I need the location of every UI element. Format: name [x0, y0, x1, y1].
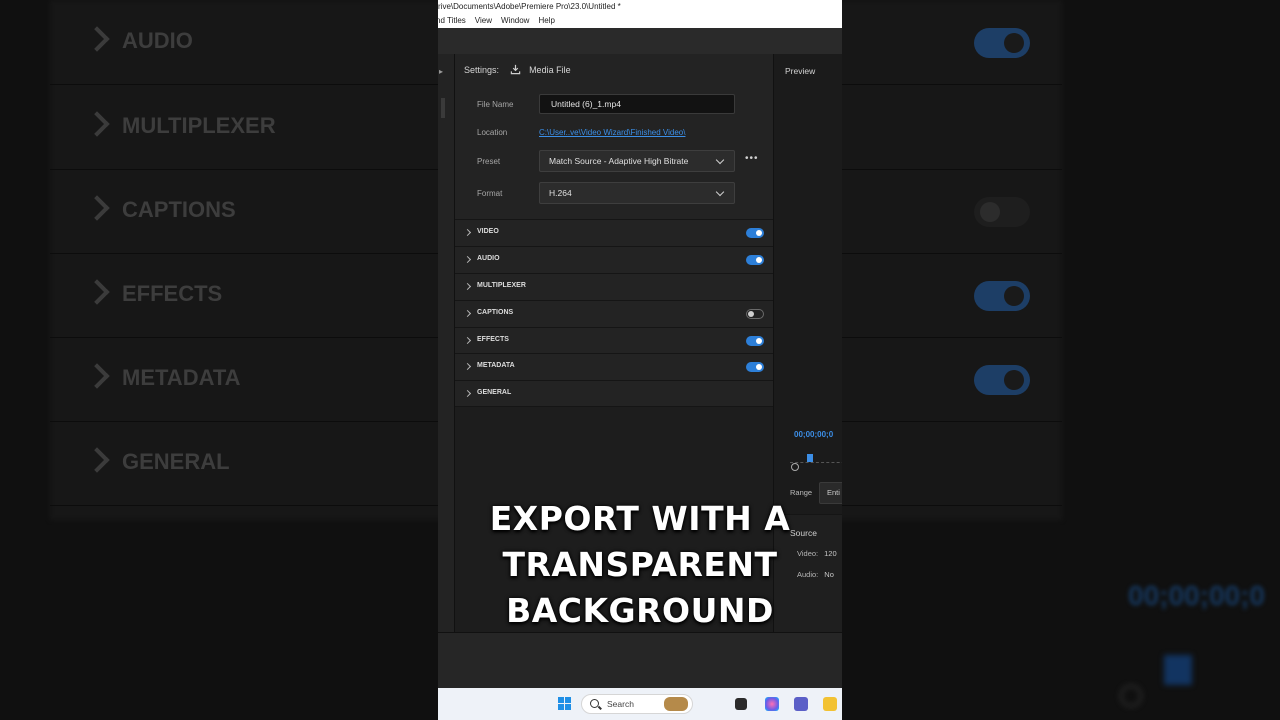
preset-select[interactable]: Match Source - Adaptive High Bitrate: [539, 150, 735, 172]
menu-item-titles[interactable]: nd Titles: [438, 16, 466, 25]
section-metadata[interactable]: METADATA: [455, 353, 773, 380]
section-multiplexer[interactable]: MULTIPLEXER: [455, 273, 773, 300]
bg-label: AUDIO: [122, 28, 193, 53]
location-label: Location: [477, 128, 508, 137]
section-label: METADATA: [477, 362, 515, 369]
section-label: CAPTIONS: [477, 309, 514, 316]
format-value: H.264: [549, 188, 572, 198]
chevron-right-icon: [463, 282, 472, 291]
bg-toggle: [974, 28, 1030, 58]
bg-slider-dot: [1120, 685, 1142, 707]
captions-toggle[interactable]: [746, 309, 764, 319]
format-label: Format: [477, 189, 503, 198]
preview-timecode[interactable]: 00;00;00;0: [794, 430, 833, 439]
menu-item-view[interactable]: View: [475, 16, 492, 25]
bg-chevron-icon: [84, 363, 110, 389]
windows-taskbar: Search: [438, 688, 842, 720]
section-label: EFFECTS: [477, 336, 509, 343]
video-toggle[interactable]: [746, 228, 764, 238]
menu-item-help[interactable]: Help: [538, 16, 554, 25]
scrollbar[interactable]: [441, 98, 445, 118]
bg-toggle: [974, 197, 1030, 227]
bg-chevron-icon: [84, 447, 110, 473]
effects-toggle[interactable]: [746, 336, 764, 346]
section-effects[interactable]: EFFECTS: [455, 327, 773, 354]
bg-chevron-icon: [84, 279, 110, 305]
bg-label: GENERAL: [122, 449, 230, 474]
section-label: AUDIO: [477, 255, 500, 262]
chevron-right-icon: [463, 362, 472, 371]
section-captions[interactable]: CAPTIONS: [455, 300, 773, 327]
section-video[interactable]: VIDEO: [455, 219, 773, 246]
file-explorer-icon[interactable]: [823, 697, 837, 711]
preview-title: Preview: [785, 66, 816, 76]
taskbar-search[interactable]: Search: [581, 694, 693, 714]
chevron-right-icon: [463, 228, 472, 237]
bg-chevron-icon: [84, 195, 110, 221]
location-link[interactable]: C:\User..ve\Video Wizard\Finished Video\: [539, 128, 685, 137]
collapse-arrow-icon[interactable]: ▸: [439, 67, 443, 76]
bg-slider: [1120, 655, 1280, 707]
in-point-handle[interactable]: [791, 463, 799, 471]
search-placeholder: Search: [607, 699, 634, 709]
preset-label: Preset: [477, 157, 501, 166]
bg-timecode: 00;00;00;0: [1128, 580, 1265, 611]
file-name-label: File Name: [477, 100, 514, 109]
video-caption: EXPORT WITH A TRANSPARENT BACKGROUND: [438, 496, 842, 634]
header-area: [438, 28, 842, 54]
caption-line-3: BACKGROUND: [506, 591, 774, 630]
settings-label: Settings:: [464, 65, 500, 75]
bg-chevron-icon: [84, 111, 110, 137]
menu-bar: nd Titles View Window Help: [438, 14, 842, 28]
bg-chevron-icon: [84, 26, 110, 52]
preset-value: Match Source - Adaptive High Bitrate: [549, 156, 689, 166]
bg-label: MULTIPLEXER: [122, 113, 276, 138]
windows-start-icon[interactable]: [558, 697, 572, 711]
teams-icon[interactable]: [794, 697, 808, 711]
settings-target[interactable]: Media File: [529, 65, 571, 75]
caption-line-2: TRANSPARENT: [502, 545, 778, 584]
section-general[interactable]: GENERAL: [455, 380, 773, 407]
caption-line-1: EXPORT WITH A: [489, 499, 791, 538]
more-options-icon[interactable]: •••: [745, 153, 759, 164]
search-highlight-image: [664, 697, 688, 711]
bg-slider-thumb: [1164, 655, 1192, 685]
chevron-right-icon: [463, 336, 472, 345]
chevron-right-icon: [463, 309, 472, 318]
chevron-down-icon: [715, 155, 725, 165]
section-label: GENERAL: [477, 389, 512, 396]
bottom-bar: [438, 632, 842, 689]
window-title: rive\Documents\Adobe\Premiere Pro\23.0\U…: [438, 0, 842, 14]
bg-toggle: [974, 281, 1030, 311]
playhead-thumb[interactable]: [807, 454, 813, 462]
settings-header: Settings: Media File: [464, 64, 571, 75]
format-select[interactable]: H.264: [539, 182, 735, 204]
download-icon: [510, 64, 520, 75]
bg-label: METADATA: [122, 365, 241, 390]
bg-label: CAPTIONS: [122, 197, 236, 222]
chevron-right-icon: [463, 255, 472, 264]
chevron-down-icon: [715, 187, 725, 197]
copilot-icon[interactable]: [765, 697, 779, 711]
menu-item-window[interactable]: Window: [501, 16, 529, 25]
bg-toggle: [974, 365, 1030, 395]
metadata-toggle[interactable]: [746, 362, 764, 372]
section-audio[interactable]: AUDIO: [455, 246, 773, 273]
section-label: MULTIPLEXER: [477, 282, 526, 289]
section-label: VIDEO: [477, 228, 499, 235]
file-name-input[interactable]: Untitled (6)_1.mp4: [539, 94, 735, 114]
bg-label: EFFECTS: [122, 281, 223, 306]
chevron-right-icon: [463, 389, 472, 398]
task-view-icon[interactable]: [735, 698, 747, 710]
search-icon: [590, 699, 599, 708]
audio-toggle[interactable]: [746, 255, 764, 265]
